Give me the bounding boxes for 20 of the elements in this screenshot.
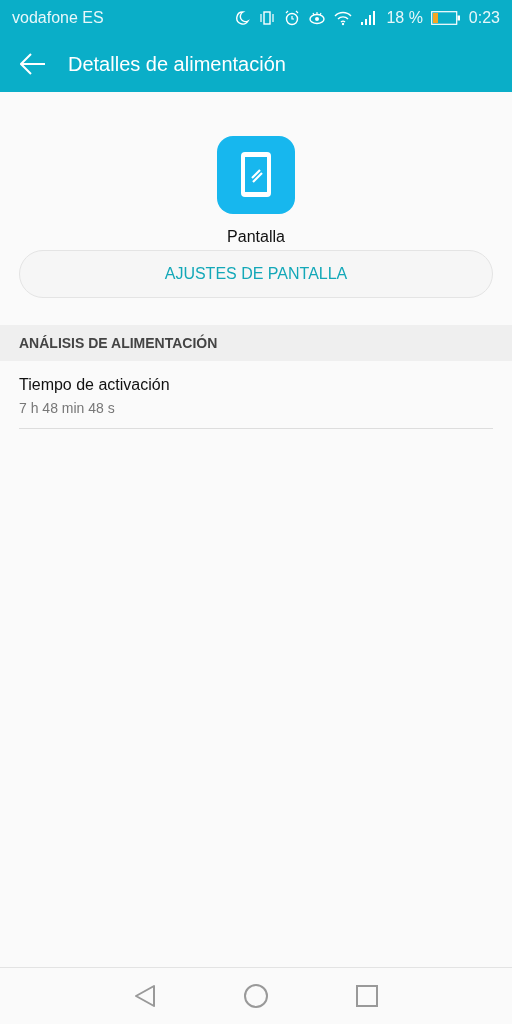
battery-percent: 18 % [386, 8, 423, 28]
battery-icon [430, 11, 461, 25]
back-arrow-icon[interactable] [20, 53, 46, 75]
eye-icon [308, 10, 327, 26]
section-header: ANÁLISIS DE ALIMENTACIÓN [19, 333, 218, 353]
phone-icon [217, 136, 295, 214]
home-icon[interactable] [244, 984, 268, 1008]
wifi-icon [334, 10, 353, 26]
app-name: Pantalla [227, 228, 285, 246]
screen-title: Detalles de alimentación [68, 52, 286, 77]
carrier-name: vodafone ES [12, 8, 104, 28]
recents-icon[interactable] [356, 985, 378, 1007]
item-title: Tiempo de activación [19, 375, 171, 395]
item-value: 7 h 48 min 48 s [19, 399, 116, 417]
vibrate-icon [258, 10, 277, 26]
display-settings-button[interactable]: AJUSTES DE PANTALLA [19, 250, 493, 298]
back-icon[interactable] [134, 984, 156, 1008]
moon-icon [234, 10, 251, 26]
clock-time: 0:23 [468, 8, 500, 28]
alarm-icon [284, 10, 301, 26]
